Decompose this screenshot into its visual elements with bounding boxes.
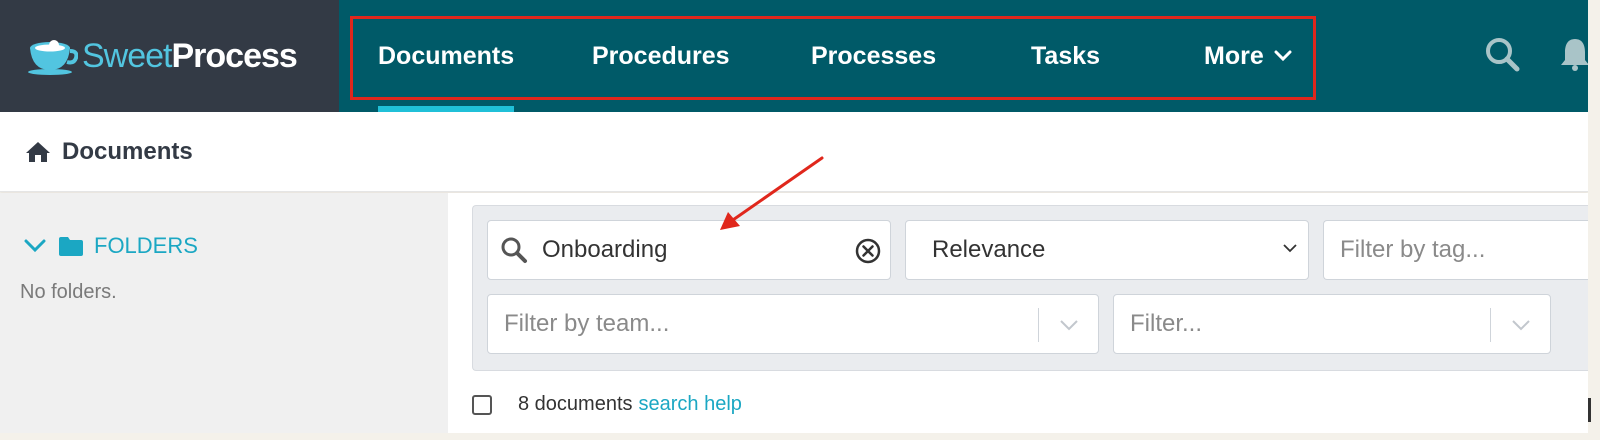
team-filter-select[interactable]: Filter by team... [487,294,1099,354]
bell-icon[interactable] [1560,36,1590,72]
page-title: Documents [62,138,193,165]
select-all-checkbox[interactable] [472,394,492,415]
team-filter-placeholder: Filter by team... [504,310,670,337]
chevron-down-icon [1283,244,1297,253]
filter-panel: Onboarding Relevance Filter by tag... Fi… [472,205,1600,371]
search-help-link[interactable]: search help [639,393,742,416]
teacup-logo-icon [28,40,78,75]
chevron-down-icon [1060,320,1078,331]
folders-label: FOLDERS [94,233,198,258]
tag-filter-input[interactable]: Filter by tag... [1323,220,1600,280]
folder-icon [59,237,83,256]
main-content: Onboarding Relevance Filter by tag... Fi… [448,193,1600,433]
scrollbar[interactable] [1588,398,1591,422]
search-value: Onboarding [542,236,668,263]
page-header: Documents [0,112,1588,192]
select-separator [1038,308,1039,342]
clear-search-icon[interactable] [854,237,882,265]
sort-value: Relevance [932,236,1046,263]
home-icon [26,142,50,162]
logo[interactable]: SweetProcess [0,0,339,112]
select-separator [1490,308,1491,342]
chevron-down-icon [1512,320,1530,331]
breadcrumb[interactable]: Documents [24,138,193,166]
logo-wordmark: SweetProcess [82,36,298,75]
window-edge [1588,0,1600,440]
sort-select[interactable]: Relevance [905,220,1309,280]
search-icon [501,237,527,263]
search-icon[interactable] [1484,36,1520,72]
annotation-highlight-box [350,16,1316,100]
generic-filter-placeholder: Filter... [1130,310,1203,337]
document-count: 8 documents [518,393,633,415]
folders-toggle[interactable]: FOLDERS [24,233,198,259]
results-summary: 8 documents search help [472,393,742,416]
top-navigation-bar: SweetProcess Documents Procedures Proces… [0,0,1590,112]
sidebar: FOLDERS No folders. [0,193,448,433]
search-input[interactable]: Onboarding [487,220,891,280]
chevron-down-icon [24,239,46,253]
empty-folders-text: No folders. [20,281,117,303]
tag-filter-placeholder: Filter by tag... [1340,236,1486,263]
generic-filter-select[interactable]: Filter... [1113,294,1551,354]
